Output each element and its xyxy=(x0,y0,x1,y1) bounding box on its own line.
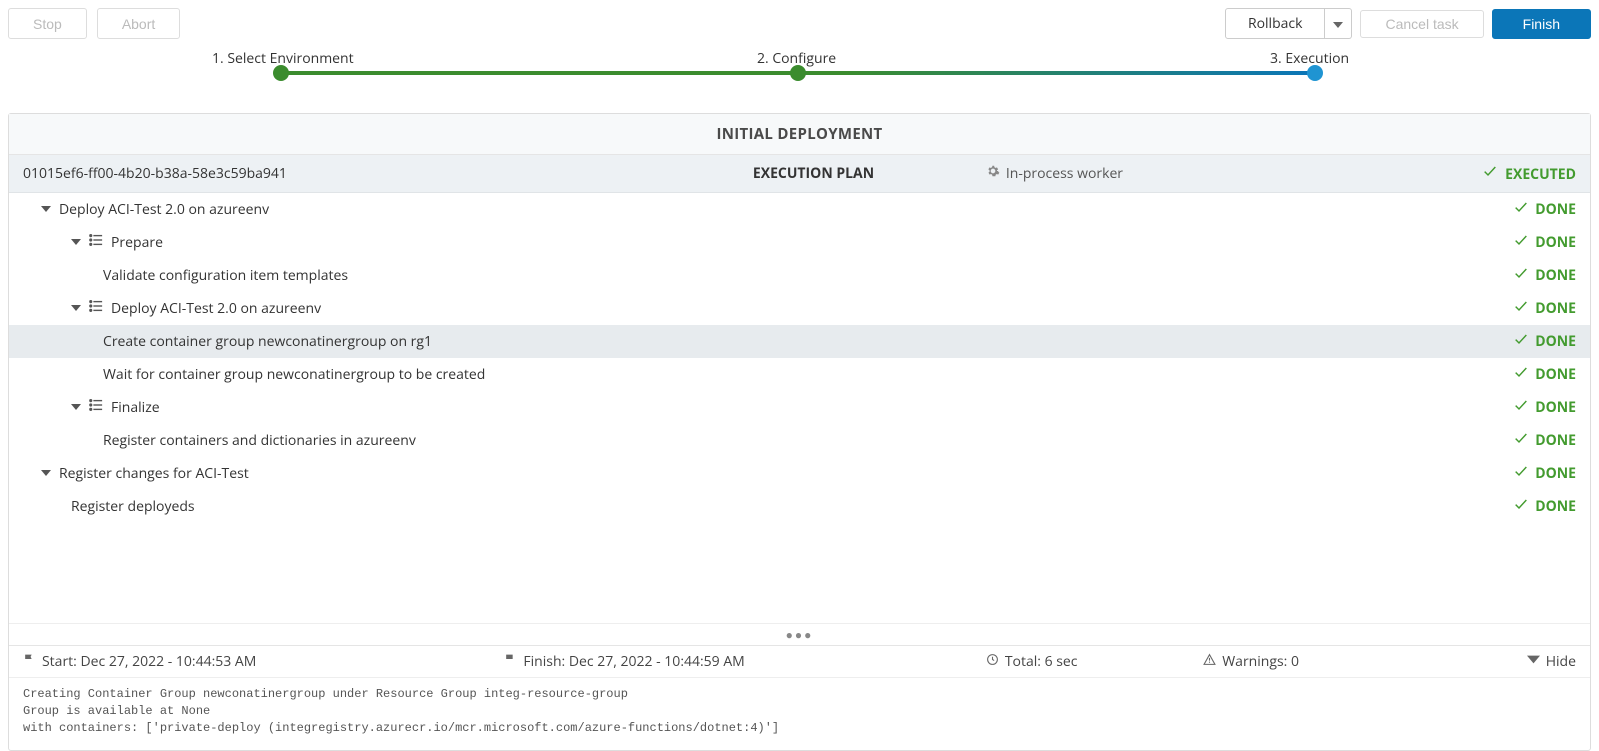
top-toolbar: Stop Abort Rollback Cancel task Finish xyxy=(0,0,1599,45)
rollback-button[interactable]: Rollback xyxy=(1225,8,1326,39)
check-icon xyxy=(1513,265,1529,286)
gears-icon xyxy=(986,164,1000,183)
hide-log-toggle[interactable]: Hide xyxy=(1467,652,1576,671)
wizard-dot-3 xyxy=(1307,65,1323,81)
tree-row-status: DONE xyxy=(1535,266,1576,285)
check-icon xyxy=(1513,496,1529,517)
checkered-flag-icon xyxy=(504,652,517,671)
tree-row[interactable]: Register deployeds DONE xyxy=(9,490,1590,523)
list-icon xyxy=(89,398,103,417)
tree-row-status: DONE xyxy=(1535,398,1576,417)
finish-time: Finish: Dec 27, 2022 - 10:44:59 AM xyxy=(523,652,744,671)
plan-uuid: 01015ef6-ff00-4b20-b38a-58e3c59ba941 xyxy=(23,164,753,183)
tree-row-status: DONE xyxy=(1535,431,1576,450)
tree-row-status: DONE xyxy=(1535,299,1576,318)
main-panel: INITIAL DEPLOYMENT 01015ef6-ff00-4b20-b3… xyxy=(8,113,1591,751)
wizard-step-3-label: 3. Execution xyxy=(1270,49,1349,68)
check-icon xyxy=(1513,331,1529,352)
warnings-count: Warnings: 0 xyxy=(1222,652,1299,671)
start-time: Start: Dec 27, 2022 - 10:44:53 AM xyxy=(42,652,256,671)
tree-row-label: Finalize xyxy=(111,398,160,417)
tree-row-label: Deploy ACI-Test 2.0 on azureenv xyxy=(59,200,269,219)
check-icon xyxy=(1513,364,1529,385)
tree-row[interactable]: Wait for container group newconatinergro… xyxy=(9,358,1590,391)
plan-title: EXECUTION PLAN xyxy=(753,164,986,183)
tree-row-status: DONE xyxy=(1535,233,1576,252)
tree-row[interactable]: Register containers and dictionaries in … xyxy=(9,424,1590,457)
log-output: Creating Container Group newconatinergro… xyxy=(9,677,1590,750)
tree-row-label: Deploy ACI-Test 2.0 on azureenv xyxy=(111,299,321,318)
check-icon xyxy=(1513,397,1529,418)
caret-down-icon[interactable] xyxy=(71,233,81,252)
resize-handle[interactable]: ●●● xyxy=(9,623,1590,645)
tree-row-label: Wait for container group newconatinergro… xyxy=(103,365,485,384)
tree-row-status: DONE xyxy=(1535,365,1576,384)
worker-label: In-process worker xyxy=(1006,164,1123,183)
tree-row-label: Register containers and dictionaries in … xyxy=(103,431,416,450)
wizard-dot-2 xyxy=(790,65,806,81)
tree-row[interactable]: Prepare DONE xyxy=(9,226,1590,259)
list-icon xyxy=(89,233,103,252)
check-icon xyxy=(1513,463,1529,484)
check-icon xyxy=(1513,430,1529,451)
cancel-task-button[interactable]: Cancel task xyxy=(1360,10,1483,38)
caret-down-icon[interactable] xyxy=(71,398,81,417)
total-time: Total: 6 sec xyxy=(1005,652,1078,671)
tree-row-status: DONE xyxy=(1535,497,1576,516)
wizard-steps: 1. Select Environment 2. Configure 3. Ex… xyxy=(15,49,1584,103)
plan-header: 01015ef6-ff00-4b20-b38a-58e3c59ba941 EXE… xyxy=(9,155,1590,193)
tree-row[interactable]: Register changes for ACI-Test DONE xyxy=(9,457,1590,490)
check-icon xyxy=(1513,199,1529,220)
tree-row-label: Validate configuration item templates xyxy=(103,266,348,285)
section-title: INITIAL DEPLOYMENT xyxy=(9,114,1590,155)
abort-button[interactable]: Abort xyxy=(97,8,180,39)
list-icon xyxy=(89,299,103,318)
rollback-dropdown-toggle[interactable] xyxy=(1325,8,1352,39)
flag-icon xyxy=(23,652,36,671)
tree-row[interactable]: Create container group newconatinergroup… xyxy=(9,325,1590,358)
tree-row-label: Create container group newconatinergroup… xyxy=(103,332,432,351)
tree-row-status: DONE xyxy=(1535,200,1576,219)
plan-status: EXECUTED xyxy=(1505,165,1576,184)
tree-row[interactable]: Deploy ACI-Test 2.0 on azureenv DONE xyxy=(9,193,1590,226)
check-icon xyxy=(1513,298,1529,319)
chevron-down-icon xyxy=(1527,652,1540,671)
tree-row-status: DONE xyxy=(1535,332,1576,351)
stop-button[interactable]: Stop xyxy=(8,8,87,39)
tree-row[interactable]: Validate configuration item templates DON… xyxy=(9,259,1590,292)
tree-row[interactable]: Deploy ACI-Test 2.0 on azureenv DONE xyxy=(9,292,1590,325)
warning-icon xyxy=(1203,652,1216,671)
caret-down-icon[interactable] xyxy=(71,299,81,318)
caret-down-icon[interactable] xyxy=(41,200,51,219)
finish-button[interactable]: Finish xyxy=(1492,9,1591,39)
check-icon xyxy=(1513,232,1529,253)
tree-row[interactable]: Finalize DONE xyxy=(9,391,1590,424)
wizard-dot-1 xyxy=(273,65,289,81)
check-icon xyxy=(1482,165,1502,184)
tree-row-label: Register changes for ACI-Test xyxy=(59,464,249,483)
tree-row-label: Prepare xyxy=(111,233,163,252)
clock-icon xyxy=(986,652,999,671)
chevron-down-icon xyxy=(1333,14,1343,33)
execution-tree: Deploy ACI-Test 2.0 on azureenvDONEPrepa… xyxy=(9,193,1590,523)
tree-row-status: DONE xyxy=(1535,464,1576,483)
caret-down-icon[interactable] xyxy=(41,464,51,483)
meta-row: Start: Dec 27, 2022 - 10:44:53 AM Finish… xyxy=(9,645,1590,677)
rollback-split-button[interactable]: Rollback xyxy=(1225,8,1353,39)
tree-row-label: Register deployeds xyxy=(71,497,195,516)
hide-label: Hide xyxy=(1546,652,1576,671)
